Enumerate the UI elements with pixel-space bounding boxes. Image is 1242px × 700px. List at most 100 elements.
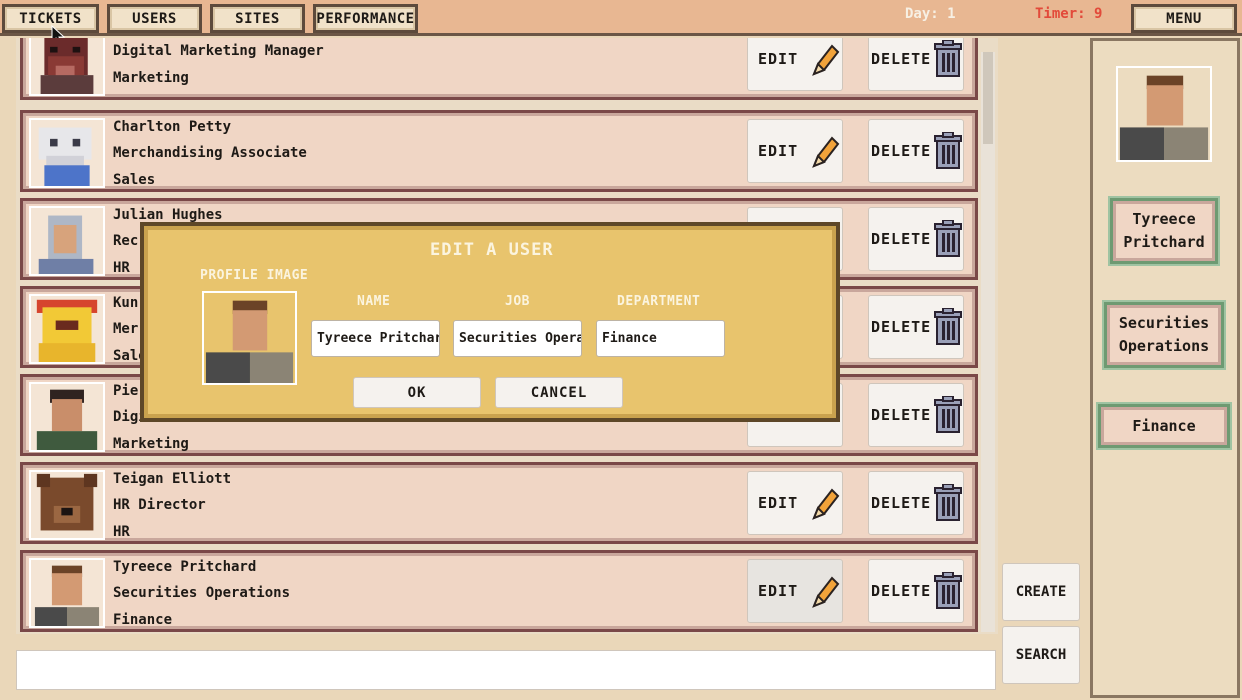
detail-name-line: Pritchard [1123,233,1205,251]
boar-portrait-image [40,38,94,94]
delete-button[interactable]: DELETE [868,559,964,623]
detail-department-text: Finance [1132,416,1196,435]
hooded-old-man-portrait [29,206,105,276]
delete-label: DELETE [871,582,932,600]
dialog-title: EDIT A USER [430,240,554,260]
detail-name-line: Tyreece [1132,210,1196,228]
bear-portrait [29,470,105,540]
hooded-old-man-portrait-image [38,215,94,274]
user-name: Charlton Petty [113,119,232,135]
brown-hair-man-portrait-image [34,565,100,626]
delete-label: DELETE [871,318,932,336]
brown-hair-man-portrait-image [205,300,294,383]
user-name: Tyreece Pritchard [113,559,257,575]
delete-label: DELETE [871,406,932,424]
selected-user-portrait [1116,66,1212,162]
detail-job-line: Operations [1118,337,1210,355]
detail-department: Finance [1098,404,1230,448]
list-scrollbar-thumb[interactable] [983,52,993,144]
day-counter: Day: 1 [905,6,956,22]
user-row: Teigan Elliott HR Director HR EDIT DELET… [20,462,978,544]
profile-image-label: PROFILE IMAGE [200,268,309,283]
trash-icon [934,308,962,345]
department-field[interactable] [596,320,725,357]
delete-button[interactable]: DELETE [868,471,964,535]
edit-button[interactable]: EDIT [747,559,843,623]
tab-performance[interactable]: PERFORMANCE [313,4,418,33]
delete-label: DELETE [871,230,932,248]
delete-label: DELETE [871,494,932,512]
search-button[interactable]: SEARCH [1002,626,1080,684]
pencil-icon [812,488,840,520]
create-button[interactable]: CREATE [1002,563,1080,621]
edit-button[interactable]: EDIT [747,119,843,183]
delete-button[interactable]: DELETE [868,383,964,447]
search-input[interactable] [16,650,996,690]
user-department: HR [113,260,130,276]
top-bar: TICKETS USERS SITES PERFORMANCE Day: 1 T… [0,0,1242,36]
user-row: Digital Marketing Manager Marketing EDIT… [20,38,978,100]
user-row: Charlton Petty Merchandising Associate S… [20,110,978,192]
detail-job: Securities Operations [1104,302,1224,368]
dark-hair-man-portrait [29,382,105,452]
user-department: HR [113,524,130,540]
job-field[interactable] [453,320,582,357]
dark-hair-man-portrait-image [36,389,98,450]
pencil-icon [812,136,840,168]
user-name: Julian Hughes [113,207,223,223]
trash-icon [934,220,962,257]
cancel-button[interactable]: CANCEL [495,377,623,408]
trash-icon [934,572,962,609]
user-department: Finance [113,612,173,628]
delete-button[interactable]: DELETE [868,119,964,183]
detail-job-line: Securities [1118,314,1210,332]
edit-button[interactable]: EDIT [747,38,843,91]
name-label: NAME [357,294,391,309]
user-department: Marketing [113,70,189,86]
user-name: Kun [113,295,139,311]
skull-creature-portrait [29,118,105,188]
user-name: Teigan Elliott [113,471,232,487]
yellow-robot-portrait-image [36,299,98,362]
menu-button[interactable]: MENU [1131,4,1237,33]
edit-button[interactable]: EDIT [747,471,843,535]
edit-label: EDIT [758,50,799,68]
edit-label: EDIT [758,494,799,512]
edit-label: EDIT [758,142,799,160]
pencil-icon [812,576,840,608]
trash-icon [934,132,962,169]
brown-hair-man-portrait-image [1118,68,1210,160]
brown-hair-man-portrait [29,558,105,628]
delete-button[interactable]: DELETE [868,38,964,91]
pencil-icon [812,44,840,76]
delete-label: DELETE [871,142,932,160]
ok-button[interactable]: OK [353,377,481,408]
department-label: DEPARTMENT [617,294,701,309]
detail-name: Tyreece Pritchard [1110,198,1218,264]
trash-icon [934,396,962,433]
name-field[interactable] [311,320,440,357]
tab-users[interactable]: USERS [107,4,202,33]
user-job: HR Director [113,497,206,513]
trash-icon [934,484,962,521]
skull-creature-portrait-image [38,127,92,186]
yellow-robot-portrait [29,294,105,364]
boar-portrait [29,38,105,96]
bear-portrait-image [36,473,98,531]
trash-icon [934,40,962,77]
timer: Timer: 9 [1035,6,1103,22]
delete-button[interactable]: DELETE [868,295,964,359]
job-label: JOB [505,294,530,309]
edit-label: EDIT [758,582,799,600]
user-department: Marketing [113,436,189,452]
tab-sites[interactable]: SITES [210,4,305,33]
user-row: Tyreece Pritchard Securities Operations … [20,550,978,632]
delete-button[interactable]: DELETE [868,207,964,271]
delete-label: DELETE [871,50,932,68]
user-job: Merchandising Associate [113,145,307,161]
user-job: Mer [113,321,139,337]
user-job: Securities Operations [113,585,291,601]
user-department: Sales [113,172,156,188]
profile-image-picker[interactable] [202,291,297,385]
user-job: Digital Marketing Manager [113,43,324,59]
